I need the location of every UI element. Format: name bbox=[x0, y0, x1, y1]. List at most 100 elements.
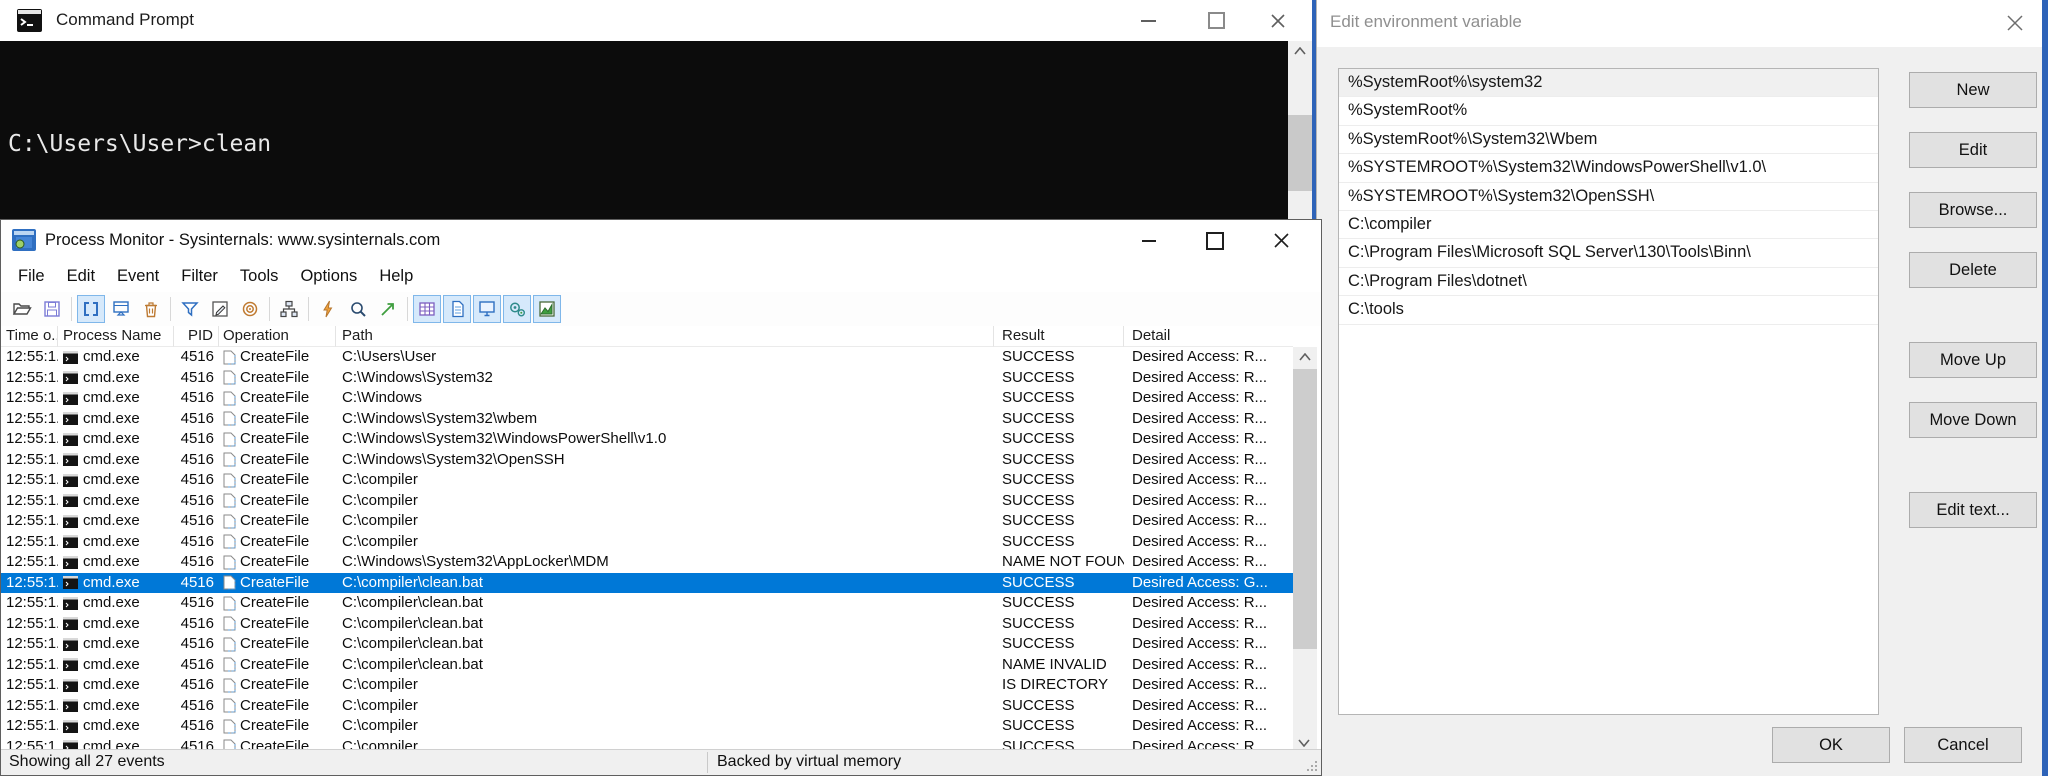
cell-path: C:\Windows\System32 bbox=[342, 368, 493, 386]
cancel-button[interactable]: Cancel bbox=[1904, 727, 2022, 763]
profiling-toggle-icon[interactable] bbox=[533, 295, 561, 323]
table-row[interactable]: 12:55:1...cmd.exe 4516 CreateFile C:\Window… bbox=[1, 552, 1293, 573]
cell-time: 12:55:1... bbox=[6, 389, 58, 406]
createfile-operation-icon bbox=[223, 596, 236, 611]
table-row[interactable]: 12:55:1...cmd.exe 4516 CreateFile C:\Window… bbox=[1, 388, 1293, 409]
column-header-pid[interactable]: PID bbox=[174, 326, 219, 347]
cell-detail: Desired Access: R... bbox=[1132, 368, 1268, 386]
menu-filter[interactable]: Filter bbox=[170, 267, 229, 286]
menu-help[interactable]: Help bbox=[368, 267, 424, 286]
bolt-icon[interactable] bbox=[314, 295, 342, 323]
cmd-titlebar[interactable]: Command Prompt bbox=[0, 0, 1312, 41]
env-list-item[interactable]: C:\Program Files\dotnet\ bbox=[1339, 268, 1878, 297]
column-header-process[interactable]: Process Name bbox=[58, 326, 174, 347]
console-output: C:\Users\User>clean ================= YO… bbox=[0, 41, 1288, 219]
env-list-item[interactable]: C:\Program Files\Microsoft SQL Server\13… bbox=[1339, 239, 1878, 268]
column-header-detail[interactable]: Detail bbox=[1124, 326, 1293, 347]
table-row[interactable]: 12:55:1...cmd.exe 4516 CreateFile C:\compil… bbox=[1, 491, 1293, 512]
table-scrollbar[interactable] bbox=[1293, 347, 1317, 751]
cell-operation: CreateFile bbox=[219, 573, 336, 594]
cmd-file-icon bbox=[63, 412, 78, 426]
edit-text-button[interactable]: Edit text... bbox=[1909, 492, 2037, 528]
table-row[interactable]: 12:55:1...cmd.exe 4516 CreateFile C:\compil… bbox=[1, 532, 1293, 553]
cell-path: C:\Windows\System32\wbem bbox=[342, 409, 538, 427]
network-toggle-icon[interactable] bbox=[473, 295, 501, 323]
autoscroll-icon[interactable] bbox=[107, 295, 135, 323]
dialog-titlebar[interactable]: Edit environment variable bbox=[1317, 0, 2042, 47]
scrollbar-thumb[interactable] bbox=[1288, 115, 1312, 191]
procmon-close-button[interactable] bbox=[1253, 220, 1309, 261]
table-row[interactable]: 12:55:1...cmd.exe 4516 CreateFile C:\compil… bbox=[1, 572, 1293, 594]
column-header-path[interactable]: Path bbox=[336, 326, 994, 347]
column-header-result[interactable]: Result bbox=[994, 326, 1124, 347]
scroll-down-icon[interactable] bbox=[1298, 739, 1310, 747]
console-scrollbar[interactable] bbox=[1288, 41, 1312, 219]
menu-tools[interactable]: Tools bbox=[229, 267, 290, 286]
dialog-close-button[interactable] bbox=[1998, 6, 2032, 40]
target-icon[interactable] bbox=[236, 295, 264, 323]
table-row[interactable]: 12:55:1...cmd.exe 4516 CreateFile C:\Window… bbox=[1, 409, 1293, 430]
edit-button[interactable]: Edit bbox=[1909, 132, 2037, 168]
menu-edit[interactable]: Edit bbox=[56, 267, 106, 286]
table-row[interactable]: 12:55:1...cmd.exe 4516 CreateFile C:\compil… bbox=[1, 614, 1293, 635]
move-up-button[interactable]: Move Up bbox=[1909, 342, 2037, 378]
procmon-titlebar[interactable]: Process Monitor - Sysinternals: www.sysi… bbox=[1, 220, 1321, 261]
table-row[interactable]: 12:55:1...cmd.exe 4516 CreateFile C:\compil… bbox=[1, 716, 1293, 737]
capture-toggle-icon[interactable] bbox=[77, 295, 105, 323]
filesystem-toggle-icon[interactable] bbox=[443, 295, 471, 323]
env-list-item[interactable]: %SystemRoot%\System32\Wbem bbox=[1339, 126, 1878, 155]
table-row[interactable]: 12:55:1...cmd.exe 4516 CreateFile C:\Users\… bbox=[1, 347, 1293, 368]
command-prompt-window: Command Prompt C:\Users\User>clean =====… bbox=[0, 0, 1312, 219]
table-row[interactable]: 12:55:1...cmd.exe 4516 CreateFile C:\compil… bbox=[1, 696, 1293, 717]
table-row[interactable]: 12:55:1...cmd.exe 4516 CreateFile C:\compil… bbox=[1, 655, 1293, 676]
cell-process-name: cmd.exe bbox=[58, 368, 174, 389]
env-list-item[interactable]: %SystemRoot% bbox=[1339, 97, 1878, 126]
procmon-maximize-button[interactable] bbox=[1187, 220, 1243, 261]
table-row[interactable]: 12:55:1...cmd.exe 4516 CreateFile C:\compil… bbox=[1, 675, 1293, 696]
table-row[interactable]: 12:55:1...cmd.exe 4516 CreateFile C:\compil… bbox=[1, 593, 1293, 614]
menu-file[interactable]: File bbox=[7, 267, 56, 286]
new-button[interactable]: New bbox=[1909, 72, 2037, 108]
filter-icon[interactable] bbox=[176, 295, 204, 323]
registry-toggle-icon[interactable] bbox=[413, 295, 441, 323]
menu-options[interactable]: Options bbox=[289, 267, 368, 286]
scroll-up-icon[interactable] bbox=[1294, 47, 1306, 55]
scrollbar-thumb[interactable] bbox=[1293, 369, 1317, 649]
column-header-operation[interactable]: Operation bbox=[219, 326, 336, 347]
process-toggle-icon[interactable] bbox=[503, 295, 531, 323]
column-header-time[interactable]: Time o... bbox=[1, 326, 58, 347]
move-down-button[interactable]: Move Down bbox=[1909, 402, 2037, 438]
browse-button[interactable]: Browse... bbox=[1909, 192, 2037, 228]
resize-grip[interactable] bbox=[1305, 759, 1319, 773]
env-list-item[interactable]: %SYSTEMROOT%\System32\OpenSSH\ bbox=[1339, 183, 1878, 211]
delete-button[interactable]: Delete bbox=[1909, 252, 2037, 288]
table-row[interactable]: 12:55:1...cmd.exe 4516 CreateFile C:\Window… bbox=[1, 368, 1293, 389]
table-row[interactable]: 12:55:1...cmd.exe 4516 CreateFile C:\Window… bbox=[1, 450, 1293, 471]
save-icon[interactable] bbox=[38, 295, 66, 323]
menu-event[interactable]: Event bbox=[106, 267, 170, 286]
cell-pid: 4516 bbox=[180, 389, 214, 406]
cell-result: NAME INVALID bbox=[1002, 655, 1107, 673]
createfile-operation-icon bbox=[223, 452, 236, 467]
procmon-minimize-button[interactable] bbox=[1121, 220, 1177, 261]
env-list-item[interactable]: %SystemRoot%\system32 bbox=[1339, 69, 1878, 98]
statusbar-separator bbox=[707, 752, 708, 773]
process-tree-icon[interactable] bbox=[275, 295, 303, 323]
env-list-item[interactable]: C:\compiler bbox=[1339, 211, 1878, 240]
table-row[interactable]: 12:55:1...cmd.exe 4516 CreateFile C:\compil… bbox=[1, 470, 1293, 491]
table-row[interactable]: 12:55:1...cmd.exe 4516 CreateFile C:\compil… bbox=[1, 511, 1293, 532]
clear-icon[interactable] bbox=[137, 295, 165, 323]
cmd-maximize-button[interactable] bbox=[1187, 0, 1245, 41]
table-row[interactable]: 12:55:1...cmd.exe 4516 CreateFile C:\compil… bbox=[1, 634, 1293, 655]
scroll-up-icon[interactable] bbox=[1299, 353, 1311, 361]
table-row[interactable]: 12:55:1...cmd.exe 4516 CreateFile C:\Window… bbox=[1, 429, 1293, 450]
cmd-minimize-button[interactable] bbox=[1119, 0, 1177, 41]
ok-button[interactable]: OK bbox=[1772, 727, 1890, 763]
env-list-item[interactable]: %SYSTEMROOT%\System32\WindowsPowerShell\… bbox=[1339, 154, 1878, 183]
open-file-icon[interactable] bbox=[8, 295, 36, 323]
jump-to-icon[interactable] bbox=[374, 295, 402, 323]
cmd-close-button[interactable] bbox=[1249, 0, 1307, 41]
find-icon[interactable] bbox=[344, 295, 372, 323]
highlight-icon[interactable] bbox=[206, 295, 234, 323]
env-list-item[interactable]: C:\tools bbox=[1339, 296, 1878, 325]
